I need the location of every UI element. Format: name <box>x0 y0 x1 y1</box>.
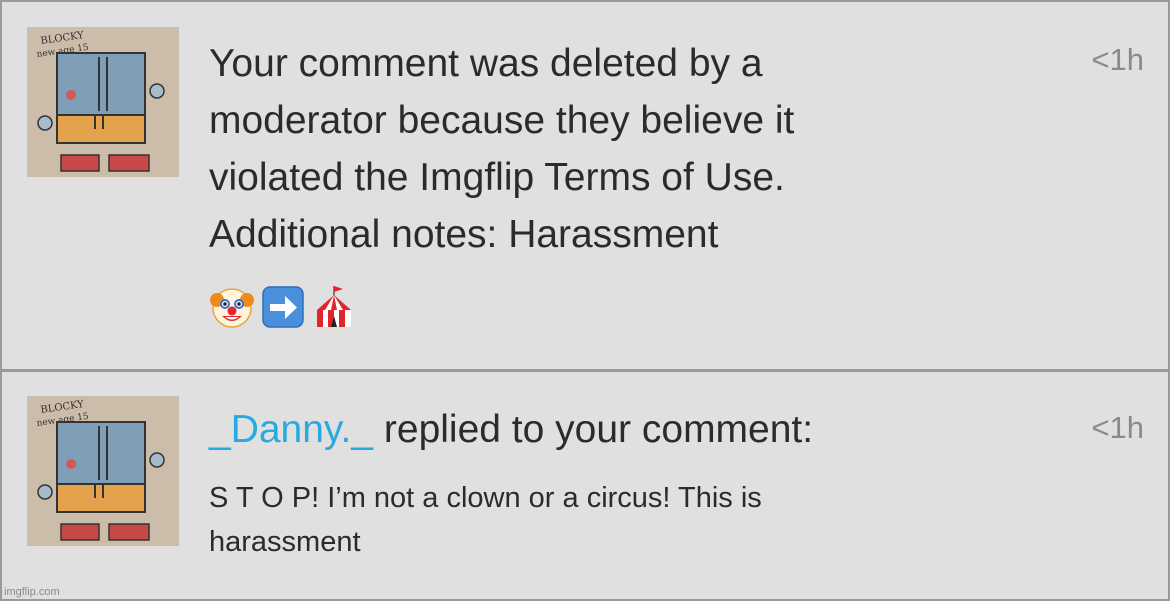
message-line: Additional notes: Harassment <box>209 213 719 256</box>
message-line: Your comment was deleted by a <box>209 42 763 85</box>
username-link[interactable]: _Danny._ <box>209 408 373 451</box>
notification-item-reply[interactable]: BLOCKY new age 15 _Danny._ replied to yo… <box>2 372 1168 599</box>
right-arrow-icon <box>261 285 305 329</box>
reply-body: S T O P! I’m not a clown or a circus! Th… <box>209 476 1029 564</box>
reply-header: _Danny._ replied to your comment: <box>209 405 813 455</box>
timestamp: <1h <box>1091 410 1144 445</box>
watermark: imgflip.com <box>4 586 60 598</box>
reply-action-text: replied to your comment: <box>373 408 814 451</box>
notification-item-deleted-comment[interactable]: BLOCKY new age 15 Your comment was delet… <box>2 2 1168 369</box>
message-line: violated the Imgflip Terms of Use. <box>209 156 785 199</box>
notification-panel: BLOCKY new age 15 Your comment was delet… <box>0 0 1170 601</box>
circus-tent-icon <box>311 284 357 330</box>
emoji-row <box>209 284 357 330</box>
avatar[interactable]: BLOCKY new age 15 <box>27 396 179 546</box>
timestamp: <1h <box>1091 42 1144 77</box>
notification-message: Your comment was deleted by a moderator … <box>209 35 1029 263</box>
reply-line: harassment <box>209 526 361 558</box>
reply-line: S T O P! I’m not a clown or a circus! Th… <box>209 482 762 514</box>
avatar[interactable]: BLOCKY new age 15 <box>27 27 179 177</box>
message-line: moderator because they believe it <box>209 99 795 142</box>
clown-face-icon <box>209 284 255 330</box>
